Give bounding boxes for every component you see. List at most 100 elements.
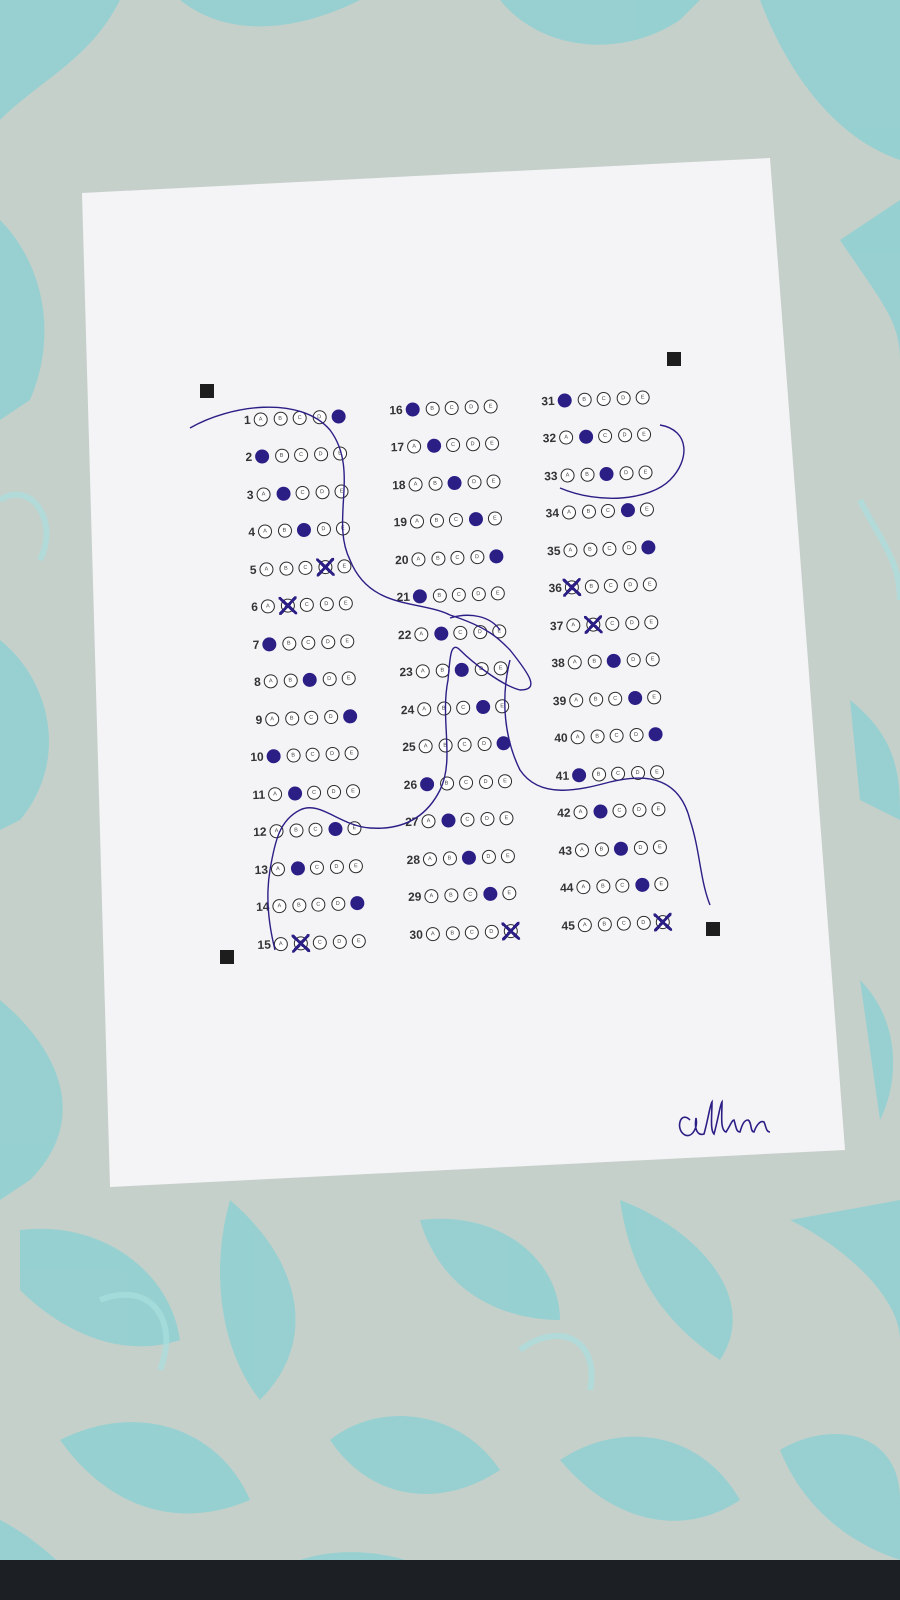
answer-bubble-a[interactable]: A (557, 393, 572, 408)
answer-bubble-d[interactable]: D (628, 728, 644, 743)
answer-bubble-b[interactable]: B (436, 701, 451, 716)
answer-bubble-a[interactable]: A (576, 880, 591, 895)
answer-bubble-c[interactable]: C (312, 935, 328, 950)
answer-bubble-c[interactable]: C (599, 466, 614, 481)
answer-bubble-c[interactable]: C (609, 728, 624, 744)
answer-bubble-a[interactable]: A (267, 786, 283, 802)
answer-bubble-c[interactable]: C (603, 578, 619, 594)
answer-bubble-b[interactable]: B (293, 935, 308, 951)
answer-bubble-c[interactable]: C (445, 437, 461, 453)
answer-bubble-b[interactable]: B (430, 551, 446, 566)
answer-bubble-a[interactable]: A (561, 505, 577, 520)
answer-bubble-e[interactable]: E (494, 698, 510, 714)
answer-bubble-b[interactable]: B (582, 542, 598, 557)
answer-bubble-b[interactable]: B (440, 813, 456, 828)
answer-bubble-b[interactable]: B (594, 841, 609, 857)
answer-bubble-d[interactable]: D (620, 503, 635, 518)
answer-bubble-c[interactable]: C (301, 635, 316, 650)
answer-bubble-d[interactable]: D (623, 578, 638, 593)
answer-bubble-b[interactable]: B (284, 711, 299, 726)
answer-bubble-a[interactable]: A (273, 936, 289, 952)
answer-bubble-d[interactable]: D (615, 390, 631, 406)
answer-bubble-b[interactable]: B (443, 888, 459, 903)
answer-bubble-e[interactable]: E (644, 614, 659, 630)
answer-bubble-e[interactable]: E (351, 933, 367, 949)
answer-bubble-d[interactable]: D (472, 624, 488, 640)
answer-bubble-a[interactable]: A (411, 551, 426, 567)
answer-bubble-a[interactable]: A (574, 842, 590, 858)
answer-bubble-a[interactable]: A (272, 899, 287, 914)
answer-bubble-c[interactable]: C (311, 897, 326, 913)
answer-bubble-e[interactable]: E (654, 877, 669, 892)
answer-bubble-c[interactable]: C (309, 860, 325, 875)
answer-bubble-a[interactable]: A (566, 617, 581, 633)
answer-bubble-e[interactable]: E (338, 596, 354, 611)
answer-bubble-e[interactable]: E (344, 746, 359, 761)
answer-bubble-b[interactable]: B (280, 598, 295, 614)
answer-bubble-d[interactable]: D (476, 737, 492, 752)
answer-bubble-b[interactable]: B (445, 925, 460, 941)
answer-bubble-d[interactable]: D (634, 877, 650, 893)
answer-bubble-c[interactable]: C (613, 841, 629, 856)
answer-bubble-e[interactable]: E (499, 811, 514, 826)
answer-bubble-b[interactable]: B (274, 448, 289, 464)
answer-bubble-d[interactable]: D (630, 765, 645, 781)
answer-bubble-b[interactable]: B (592, 804, 608, 819)
answer-bubble-d[interactable]: D (624, 615, 640, 631)
answer-bubble-d[interactable]: D (633, 840, 648, 855)
answer-bubble-e[interactable]: E (350, 896, 365, 911)
answer-bubble-e[interactable]: E (492, 623, 507, 639)
answer-bubble-d[interactable]: D (332, 934, 347, 949)
answer-bubble-b[interactable]: B (281, 636, 297, 651)
answer-bubble-a[interactable]: A (412, 589, 428, 604)
answer-bubble-c[interactable]: C (610, 766, 626, 781)
answer-bubble-a[interactable]: A (421, 814, 436, 829)
answer-bubble-e[interactable]: E (335, 521, 351, 536)
answer-bubble-b[interactable]: B (434, 663, 450, 679)
answer-bubble-c[interactable]: C (444, 400, 459, 416)
answer-bubble-a[interactable]: A (573, 805, 588, 820)
answer-bubble-a[interactable]: A (415, 664, 431, 679)
answer-bubble-a[interactable]: A (563, 542, 578, 558)
answer-bubble-c[interactable]: C (447, 475, 462, 490)
answer-bubble-c[interactable]: C (296, 522, 312, 538)
answer-bubble-e[interactable]: E (648, 727, 663, 742)
answer-bubble-d[interactable]: D (469, 549, 485, 565)
answer-bubble-d[interactable]: D (313, 447, 328, 462)
answer-bubble-a[interactable]: A (419, 776, 435, 792)
answer-bubble-e[interactable]: E (638, 464, 653, 480)
answer-bubble-c[interactable]: C (453, 625, 468, 640)
answer-bubble-b[interactable]: B (277, 523, 292, 539)
answer-bubble-d[interactable]: D (468, 512, 483, 527)
answer-bubble-a[interactable]: A (405, 402, 420, 417)
answer-bubble-a[interactable]: A (558, 430, 574, 446)
answer-bubble-e[interactable]: E (490, 586, 506, 601)
answer-bubble-c[interactable]: C (463, 887, 478, 903)
answer-bubble-c[interactable]: C (600, 503, 616, 519)
answer-bubble-e[interactable]: E (341, 671, 356, 686)
answer-bubble-e[interactable]: E (487, 511, 503, 526)
answer-bubble-e[interactable]: E (337, 558, 352, 574)
answer-bubble-b[interactable]: B (291, 898, 307, 913)
answer-bubble-e[interactable]: E (332, 446, 348, 462)
answer-bubble-b[interactable]: B (424, 401, 440, 416)
answer-bubble-c[interactable]: C (448, 512, 464, 528)
answer-bubble-b[interactable]: B (278, 561, 294, 576)
answer-bubble-e[interactable]: E (348, 858, 364, 874)
answer-bubble-c[interactable]: C (305, 747, 320, 763)
answer-bubble-a[interactable]: A (260, 599, 276, 614)
answer-bubble-b[interactable]: B (589, 729, 605, 745)
answer-bubble-c[interactable]: C (597, 428, 613, 444)
answer-bubble-d[interactable]: D (481, 849, 496, 864)
answer-bubble-b[interactable]: B (433, 626, 449, 641)
answer-bubble-b[interactable]: B (275, 486, 291, 501)
answer-bubble-d[interactable]: D (319, 597, 334, 612)
answer-bubble-c[interactable]: C (455, 700, 471, 715)
answer-bubble-e[interactable]: E (334, 483, 349, 499)
answer-bubble-b[interactable]: B (579, 467, 595, 482)
answer-bubble-c[interactable]: C (295, 485, 310, 500)
answer-bubble-e[interactable]: E (484, 436, 500, 452)
answer-bubble-d[interactable]: D (317, 559, 333, 575)
answer-bubble-e[interactable]: E (642, 577, 658, 592)
answer-bubble-d[interactable]: D (329, 859, 344, 874)
